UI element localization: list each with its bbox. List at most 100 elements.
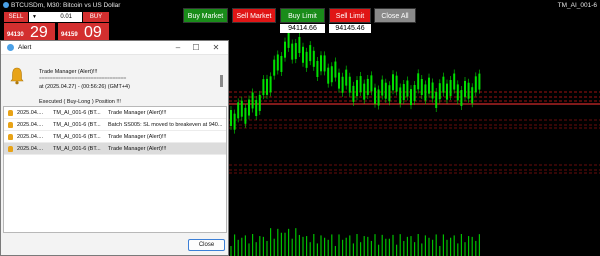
candle-body <box>453 73 456 90</box>
lot-size-value[interactable]: 0.01 <box>60 12 72 22</box>
sell-market-button[interactable]: Sell Market <box>232 8 276 23</box>
candle-body <box>392 74 394 91</box>
alert-message-body: Executed ( Buy-Long ) Position !!! <box>39 99 121 105</box>
volume-bar <box>428 237 430 256</box>
list-item[interactable]: 2025.04.... TM_AI_001-6 (BT... Batch SS0… <box>4 119 226 131</box>
volume-bar <box>424 235 426 256</box>
candle-body <box>309 45 312 62</box>
chart-title-text: BTCUSDm, M30: Bitcoin vs US Dollar <box>11 2 121 9</box>
one-click-buy-button[interactable]: BUY <box>83 12 109 22</box>
close-button[interactable]: Close <box>188 239 225 251</box>
sell-limit-price-input[interactable]: 94145.46 <box>329 24 371 33</box>
candle-body <box>352 85 355 102</box>
list-item-selected[interactable]: 2025.04.... TM_AI_001-6 (BT... Trade Man… <box>4 143 226 155</box>
candle-body <box>478 73 481 90</box>
candle-body <box>334 61 337 78</box>
volume-bar <box>410 236 412 256</box>
volume-bar <box>432 239 434 256</box>
candle-body <box>237 102 240 119</box>
candle-body <box>258 94 261 111</box>
candle-body <box>273 59 276 76</box>
candle-body <box>244 107 247 124</box>
candle-body <box>438 83 441 100</box>
volume-bar <box>345 237 347 256</box>
bell-icon <box>8 110 13 116</box>
list-item-message: Trade Manager (Alert)!!! <box>108 110 167 116</box>
buy-limit-button[interactable]: Buy Limit <box>280 8 325 23</box>
alert-title: Alert <box>18 44 32 51</box>
volume-bar <box>378 244 380 256</box>
candle-body <box>471 87 474 104</box>
alert-titlebar[interactable]: Alert – ☐ ✕ <box>1 41 228 55</box>
candle-body <box>312 50 315 67</box>
candle-body <box>294 43 297 60</box>
volume-bar <box>241 237 243 256</box>
volume-bar <box>421 243 423 256</box>
candle-body <box>266 78 268 95</box>
volume-bar <box>442 234 444 256</box>
list-item[interactable]: 2025.04.... TM_AI_001-6 (BT... Trade Man… <box>4 131 226 143</box>
candle-body <box>348 76 351 93</box>
volume-bar <box>435 234 437 256</box>
volume-bar <box>374 234 376 256</box>
candle-body <box>446 83 448 100</box>
candle-body <box>316 60 319 77</box>
volume-bar <box>255 242 257 256</box>
buy-limit-price-input[interactable]: 94114.66 <box>280 24 325 33</box>
symbol-icon <box>3 2 9 8</box>
ask-price-prefix: 94159 <box>61 32 78 38</box>
volume-bar <box>291 238 293 256</box>
volume-bar <box>417 234 419 256</box>
candle-body <box>460 89 463 106</box>
alert-history-list[interactable]: 2025.04.... TM_AI_001-6 (BT... Trade Man… <box>3 106 227 233</box>
lot-size-input[interactable]: ▼ 0.01 <box>29 12 82 22</box>
candle-body <box>377 89 380 106</box>
volume-bar <box>327 239 329 256</box>
volume-bar <box>439 245 441 256</box>
candle-body <box>284 41 286 58</box>
candle-body <box>330 66 333 83</box>
list-item-date: 2025.04.... <box>17 122 43 128</box>
close-icon[interactable]: ✕ <box>207 42 225 53</box>
volume-bar <box>313 234 315 256</box>
one-click-sell-button[interactable]: SELL <box>4 12 28 22</box>
volume-bar <box>450 237 452 256</box>
volume-bar <box>252 234 254 256</box>
candle-body <box>269 76 272 93</box>
close-all-button[interactable]: Close All <box>374 8 416 23</box>
volume-bar <box>460 234 462 256</box>
volume-bar <box>280 232 282 256</box>
volume-bar <box>468 236 470 256</box>
message-scrollbar[interactable] <box>220 75 223 87</box>
bell-icon <box>8 134 13 140</box>
candle-body <box>233 113 236 130</box>
candle-body <box>399 87 402 104</box>
volume-bar <box>259 236 261 256</box>
expert-advisor-name: TM_AI_001-6 <box>557 2 597 9</box>
minimize-icon[interactable]: – <box>169 42 187 53</box>
volume-bar <box>273 238 275 256</box>
candle-body <box>381 79 384 96</box>
candle-body <box>291 43 294 60</box>
buy-market-button[interactable]: Buy Market <box>183 8 228 23</box>
sell-limit-button[interactable]: Sell Limit <box>329 8 371 23</box>
volume-bar <box>266 240 268 256</box>
volume-bar <box>234 234 236 256</box>
candle-body <box>255 100 258 117</box>
volume-bar <box>370 240 372 256</box>
candle-body <box>410 89 412 106</box>
candle-body <box>338 72 340 89</box>
candle-body <box>384 82 387 99</box>
candle-body <box>302 46 304 63</box>
list-item[interactable]: 2025.04.... TM_AI_001-6 (BT... Trade Man… <box>4 107 226 119</box>
bell-icon <box>8 122 13 128</box>
candle-body <box>341 76 344 93</box>
volume-bar <box>399 234 401 256</box>
candle-body <box>464 80 466 97</box>
maximize-icon[interactable]: ☐ <box>187 42 205 53</box>
candle-body <box>248 99 250 116</box>
chevron-down-icon[interactable]: ▼ <box>32 12 37 22</box>
volume-bar <box>237 239 239 256</box>
candle-body <box>474 76 477 93</box>
volume-bar <box>396 244 398 256</box>
